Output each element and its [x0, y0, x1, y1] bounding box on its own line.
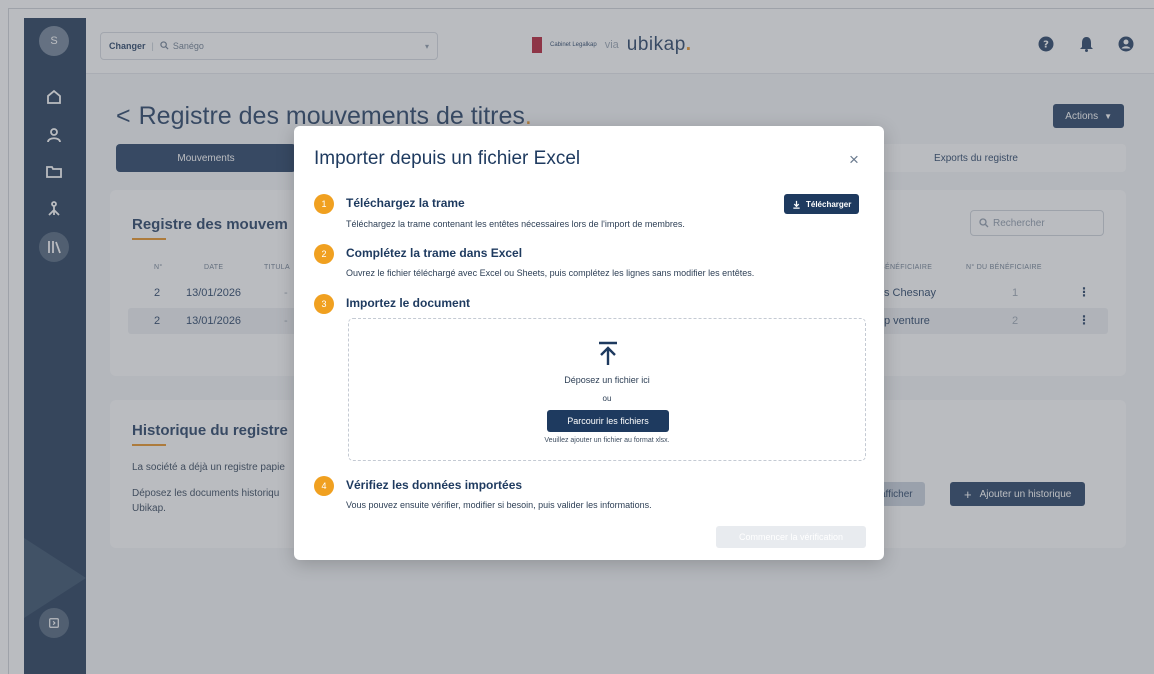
start-verification-button[interactable]: Commencer la vérification [716, 526, 866, 548]
step-title: Vérifiez les données importées [346, 478, 523, 492]
drop-text: Déposez un fichier ici [564, 375, 650, 385]
or-text: ou [602, 394, 612, 403]
step-description: Ouvrez le fichier téléchargé avec Excel … [346, 268, 755, 278]
step-description: Vous pouvez ensuite vérifier, modifier s… [346, 500, 652, 510]
download-template-button[interactable]: Télécharger [784, 194, 860, 214]
browse-files-button[interactable]: Parcourir les fichiers [547, 410, 669, 432]
format-hint: Veuillez ajouter un fichier au format xl… [544, 437, 670, 444]
import-excel-modal: Importer depuis un fichier Excel × 1 Tél… [294, 126, 884, 560]
step-title: Téléchargez la trame [346, 196, 465, 210]
modal-title: Importer depuis un fichier Excel [314, 148, 581, 169]
step-number: 3 [314, 294, 334, 314]
file-dropzone[interactable]: Déposez un fichier ici ou Parcourir les … [348, 318, 866, 461]
step-number: 4 [314, 476, 334, 496]
step-title: Complétez la trame dans Excel [346, 246, 523, 260]
download-label: Télécharger [806, 199, 852, 209]
step-description: Téléchargez la trame contenant les entêt… [346, 219, 685, 229]
step-title: Importez le document [346, 296, 471, 310]
download-icon [793, 200, 800, 209]
step-number: 2 [314, 244, 334, 264]
close-icon[interactable]: × [844, 150, 864, 170]
upload-icon [593, 339, 623, 369]
step-number: 1 [314, 194, 334, 214]
